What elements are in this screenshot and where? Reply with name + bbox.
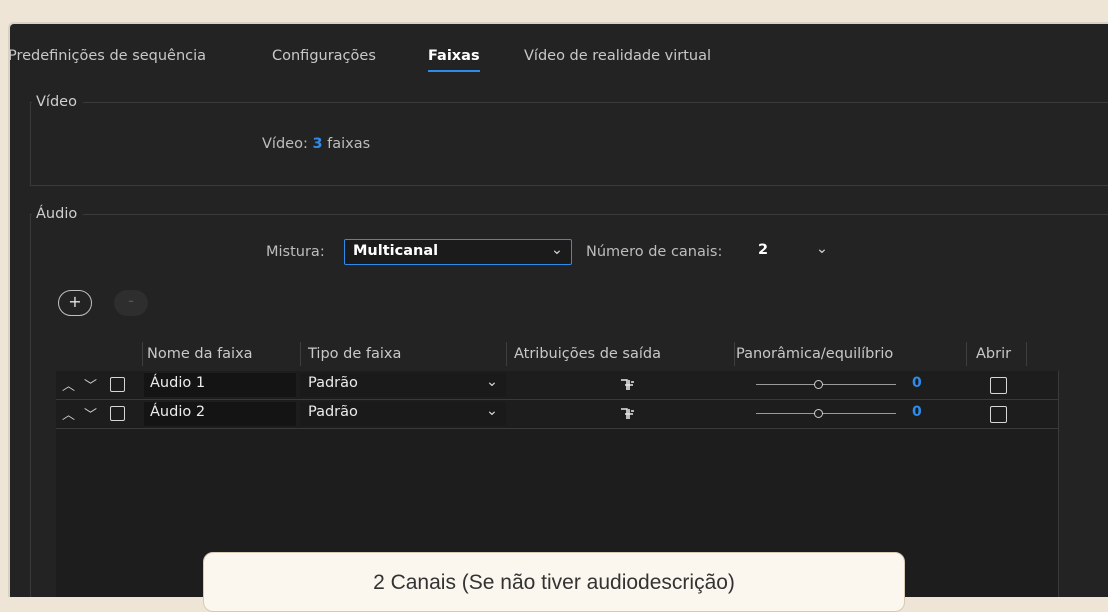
pan-slider-knob[interactable] — [814, 409, 823, 418]
pan-value[interactable]: 0 — [912, 375, 922, 391]
open-checkbox[interactable] — [990, 377, 1007, 394]
mix-value: Multicanal — [353, 243, 439, 259]
track-select-checkbox[interactable] — [110, 377, 125, 392]
add-track-button[interactable]: + — [58, 290, 92, 316]
track-type-value: Padrão — [308, 404, 358, 420]
table-row: ︿ ﹀ Áudio 1 Padrão ⌄ 0 — [56, 371, 1058, 400]
header-output-assignments: Atribuições de saída — [514, 346, 661, 362]
output-assignment-icon[interactable] — [620, 406, 636, 422]
chevron-down-icon: ⌄ — [815, 241, 828, 257]
tab-tracks[interactable]: Faixas — [428, 48, 480, 72]
channels-value: 2 — [758, 242, 769, 258]
move-up-icon[interactable]: ︿ — [62, 404, 75, 423]
header-divider — [142, 342, 143, 366]
header-divider — [966, 342, 967, 366]
move-down-icon[interactable]: ﹀ — [84, 375, 97, 394]
header-track-name: Nome da faixa — [147, 346, 253, 362]
output-assignment-icon[interactable] — [620, 377, 636, 393]
pan-value[interactable]: 0 — [912, 404, 922, 420]
track-type-dropdown[interactable]: Padrão ⌄ — [300, 402, 506, 426]
mix-label: Mistura: — [266, 244, 325, 260]
header-divider — [300, 342, 301, 366]
track-select-checkbox[interactable] — [110, 406, 125, 421]
remove-track-button[interactable]: - — [114, 290, 148, 316]
video-tracks-count[interactable]: 3 — [312, 136, 322, 152]
video-tracks-field: Vídeo: 3 faixas — [262, 136, 370, 152]
pan-slider-track — [756, 413, 896, 414]
header-pan-balance: Panorâmica/equilíbrio — [736, 346, 894, 362]
open-checkbox[interactable] — [990, 406, 1007, 423]
chevron-down-icon: ⌄ — [485, 374, 498, 390]
header-track-type: Tipo de faixa — [308, 346, 402, 362]
video-tracks-label: Vídeo: — [262, 136, 308, 152]
sequence-settings-panel: Predefinições de sequência Configurações… — [8, 22, 1108, 597]
tab-sequence-presets[interactable]: Predefinições de sequência — [10, 48, 206, 64]
tab-vr-video[interactable]: Vídeo de realidade virtual — [524, 48, 711, 64]
track-type-value: Padrão — [308, 375, 358, 391]
chevron-down-icon: ⌄ — [485, 403, 498, 419]
header-divider — [1026, 342, 1027, 366]
channels-dropdown[interactable]: 2 ⌄ — [752, 239, 830, 265]
tab-bar: Predefinições de sequência Configurações… — [10, 24, 1108, 74]
tab-settings[interactable]: Configurações — [272, 48, 376, 64]
annotation-callout: 2 Canais (Se não tiver audiodescrição) — [203, 552, 905, 612]
pan-slider-knob[interactable] — [814, 380, 823, 389]
header-open: Abrir — [976, 346, 1012, 362]
move-up-icon[interactable]: ︿ — [62, 375, 75, 394]
track-name-field[interactable]: Áudio 2 — [144, 402, 296, 426]
pan-slider-track — [756, 384, 896, 385]
move-down-icon[interactable]: ﹀ — [84, 404, 97, 423]
video-tracks-unit: faixas — [327, 136, 371, 152]
track-type-dropdown[interactable]: Padrão ⌄ — [300, 373, 506, 397]
channels-label: Número de canais: — [586, 244, 723, 260]
header-divider — [506, 342, 507, 366]
video-group — [30, 102, 1108, 186]
chevron-down-icon: ⌄ — [550, 242, 563, 258]
table-right-border — [1058, 371, 1059, 597]
track-name-field[interactable]: Áudio 1 — [144, 373, 296, 397]
header-divider — [734, 342, 735, 366]
audio-legend: Áudio — [32, 206, 84, 222]
table-row: ︿ ﹀ Áudio 2 Padrão ⌄ 0 — [56, 400, 1058, 429]
mix-dropdown[interactable]: Multicanal ⌄ — [344, 239, 572, 265]
video-legend: Vídeo — [32, 94, 83, 110]
